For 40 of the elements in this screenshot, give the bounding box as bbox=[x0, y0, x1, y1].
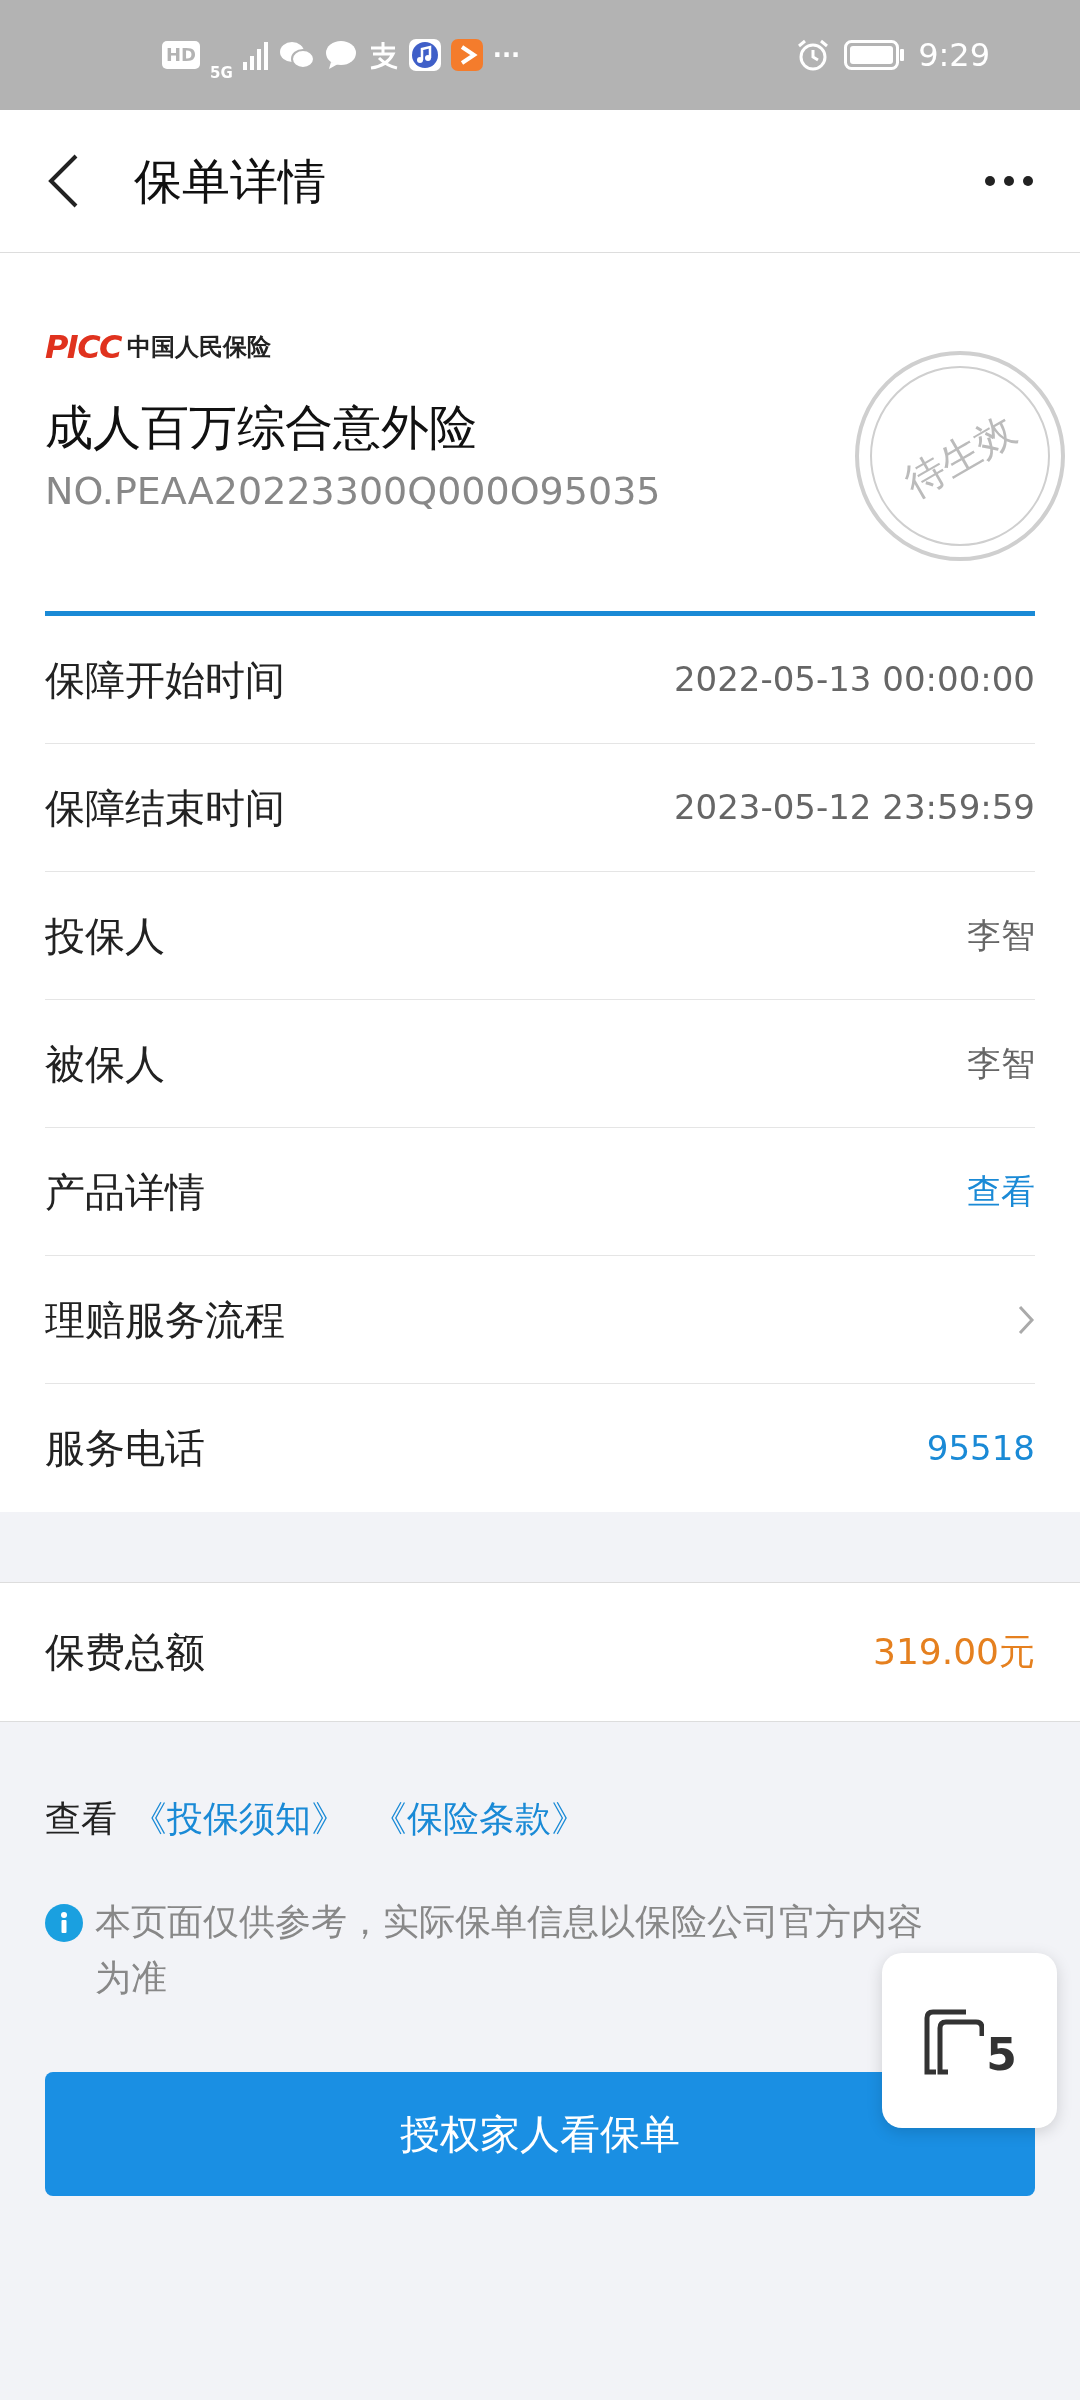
chat-bubbles-icon bbox=[278, 40, 315, 70]
music-app-icon bbox=[408, 39, 441, 71]
logo-mark: PICC bbox=[45, 331, 121, 363]
row-value: 2023-05-12 23:59:59 bbox=[673, 786, 1035, 829]
row-value: 李智 bbox=[967, 1042, 1035, 1085]
authorize-family-button[interactable]: 授权家人看保单 bbox=[45, 2072, 1035, 2196]
back-icon[interactable] bbox=[46, 153, 80, 209]
row-link[interactable]: 95518 bbox=[926, 1422, 1035, 1474]
row-value: 2022-05-13 00:00:00 bbox=[673, 658, 1035, 701]
document-link[interactable]: 《保险条款》 bbox=[371, 1792, 587, 1846]
alarm-icon bbox=[796, 38, 831, 72]
stamp-text: 待生效 bbox=[895, 405, 1025, 508]
premium-label: 保费总额 bbox=[45, 1628, 205, 1677]
product-name: 成人百万综合意外险 bbox=[45, 398, 478, 457]
row-link[interactable]: 查看 bbox=[967, 1166, 1035, 1217]
policy-number: NO.PEAA20223300Q000O95035 bbox=[45, 468, 661, 515]
page-title: 保单详情 bbox=[134, 152, 326, 211]
network-label: 5G bbox=[210, 65, 233, 81]
row-label: 保障结束时间 bbox=[45, 783, 285, 833]
more-notifications: ··· bbox=[492, 43, 521, 67]
hd-badge: HD bbox=[162, 41, 200, 69]
premium-amount: 319.00元 bbox=[873, 1630, 1035, 1674]
row-label: 服务电话 bbox=[45, 1424, 205, 1473]
info-icon bbox=[45, 1904, 83, 1942]
clock-time: 9:29 bbox=[918, 35, 990, 76]
row-label: 被保人 bbox=[45, 1039, 165, 1089]
document-link[interactable]: 《投保须知》 bbox=[131, 1792, 347, 1846]
row-label: 投保人 bbox=[45, 911, 165, 961]
floating-tabs-widget[interactable]: 5 bbox=[882, 1953, 1057, 2128]
signal-icon bbox=[242, 40, 269, 70]
row-label: 保障开始时间 bbox=[45, 655, 285, 705]
row-value: 李智 bbox=[967, 914, 1035, 957]
row-label: 产品详情 bbox=[45, 1167, 205, 1217]
battery-icon bbox=[844, 40, 905, 70]
logo-name: 中国人民保险 bbox=[126, 335, 271, 359]
row-label: 理赔服务流程 bbox=[45, 1295, 285, 1345]
documents-prefix: 查看 bbox=[45, 1797, 117, 1841]
more-icon[interactable] bbox=[984, 175, 1034, 187]
video-app-icon bbox=[450, 39, 483, 71]
message-icon bbox=[324, 40, 357, 70]
